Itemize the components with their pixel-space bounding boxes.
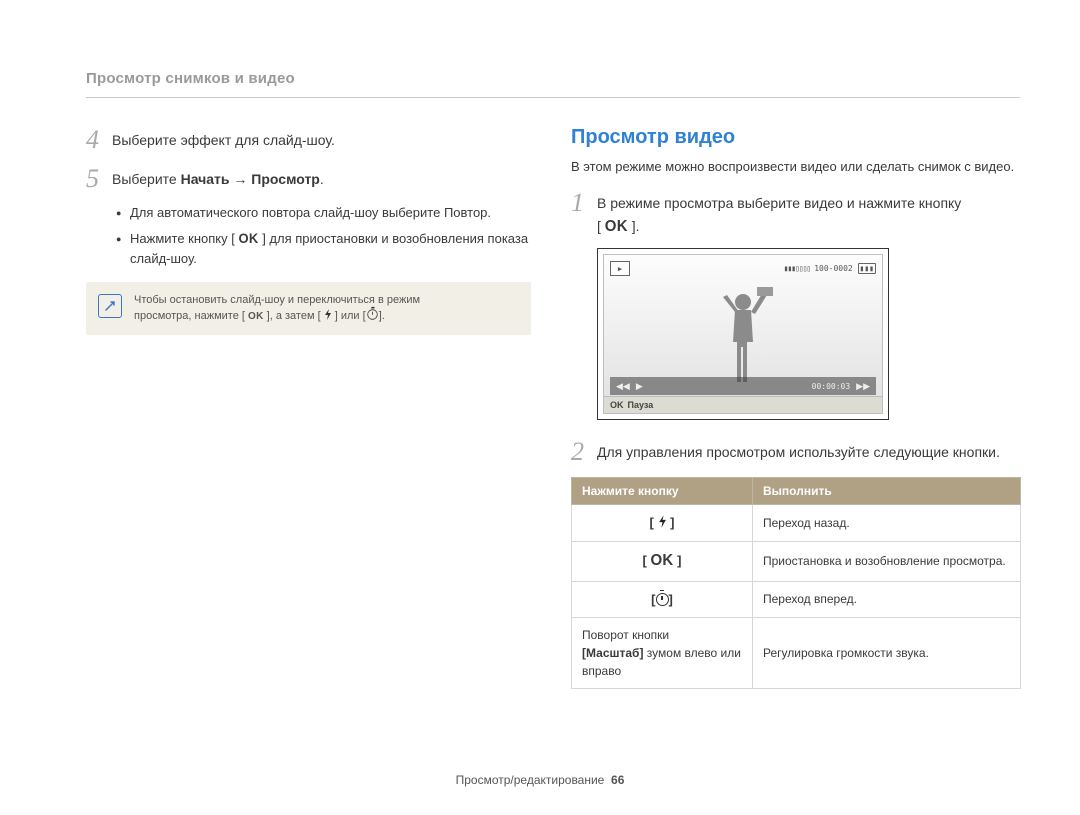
step-number: 1: [571, 189, 597, 218]
page-footer: Просмотр/редактирование 66: [0, 773, 1080, 787]
list-item: Нажмите кнопку [ OK ] для приостановки и…: [116, 229, 531, 269]
silhouette-icon: [713, 287, 773, 387]
info-icon: [98, 294, 122, 318]
th-button: Нажмите кнопку: [572, 477, 753, 504]
action-cell: Переход вперед.: [753, 581, 1021, 618]
right-column: Просмотр видео В этом режиме можно воспр…: [571, 126, 1021, 689]
action-cell: Приостановка и возобновление просмотра.: [753, 542, 1021, 582]
note-box: Чтобы остановить слайд-шоу и переключить…: [86, 282, 531, 335]
note-text: Чтобы остановить слайд-шоу и переключить…: [134, 292, 420, 325]
timer-icon: [656, 593, 669, 606]
controls-table: Нажмите кнопку Выполнить [ ] Переход наз…: [571, 477, 1021, 690]
step-5: 5 Выберите Начать → Просмотр.: [86, 165, 531, 194]
video-status-bar: OK Пауза: [604, 396, 882, 413]
forward-icon: ▶▶: [856, 381, 870, 392]
ok-icon: OK: [610, 400, 624, 410]
step-number: 4: [86, 126, 112, 155]
ok-icon: OK: [605, 214, 628, 238]
left-column: 4 Выберите эффект для слайд-шоу. 5 Выбер…: [86, 126, 531, 689]
step-1: 1 В режиме просмотра выберите видео и на…: [571, 189, 1021, 238]
action-cell: Переход назад.: [753, 504, 1021, 542]
step-text: Выберите эффект для слайд-шоу.: [112, 126, 531, 152]
file-id-label: ▮▮▮▯▯▯▯ 100-0002 ▮▮▮: [784, 264, 876, 273]
ok-icon: OK: [238, 229, 258, 250]
ok-icon: OK: [248, 309, 264, 325]
list-item: Для автоматического повтора слайд-шоу вы…: [116, 203, 531, 223]
step-2: 2 Для управления просмотром используйте …: [571, 438, 1021, 467]
heading: Просмотр видео: [571, 126, 1021, 149]
bullet-list: Для автоматического повтора слайд-шоу вы…: [86, 203, 531, 269]
ok-icon: OK: [650, 550, 673, 574]
button-cell: Поворот кнопки [Масштаб] зумом влево или…: [572, 618, 753, 689]
status-label: Пауза: [628, 400, 654, 410]
table-row: [] Переход вперед.: [572, 581, 1021, 618]
th-action: Выполнить: [753, 477, 1021, 504]
button-cell: [ OK ]: [572, 542, 753, 582]
table-row: Поворот кнопки [Масштаб] зумом влево или…: [572, 618, 1021, 689]
step-text: В режиме просмотра выберите видео и нажм…: [597, 189, 1021, 238]
flash-icon: [658, 514, 667, 534]
rewind-icon: ◀◀: [616, 381, 630, 392]
video-controls-bar: ◀◀ ▶ 00:00:03 ▶▶: [610, 377, 876, 395]
intro-text: В этом режиме можно воспроизвести видео …: [571, 157, 1021, 177]
play-badge-icon: ▶: [610, 261, 630, 276]
video-preview: ▶ ▮▮▮▯▯▯▯ 100-0002 ▮▮▮: [597, 248, 889, 420]
section-title: Просмотр снимков и видео: [86, 70, 1020, 98]
step-number: 5: [86, 165, 112, 194]
step-text: Для управления просмотром используйте сл…: [597, 438, 1021, 464]
button-cell: [ ]: [572, 504, 753, 542]
play-icon: ▶: [636, 381, 643, 392]
timer-icon: [367, 309, 377, 319]
step-number: 2: [571, 438, 597, 467]
action-cell: Регулировка громкости звука.: [753, 618, 1021, 689]
time-label: 00:00:03: [812, 382, 851, 391]
flash-icon: [324, 309, 332, 320]
step-text: Выберите Начать → Просмотр.: [112, 165, 531, 191]
table-row: [ ] Переход назад.: [572, 504, 1021, 542]
step-4: 4 Выберите эффект для слайд-шоу.: [86, 126, 531, 155]
table-row: [ OK ] Приостановка и возобновление прос…: [572, 542, 1021, 582]
button-cell: []: [572, 581, 753, 618]
